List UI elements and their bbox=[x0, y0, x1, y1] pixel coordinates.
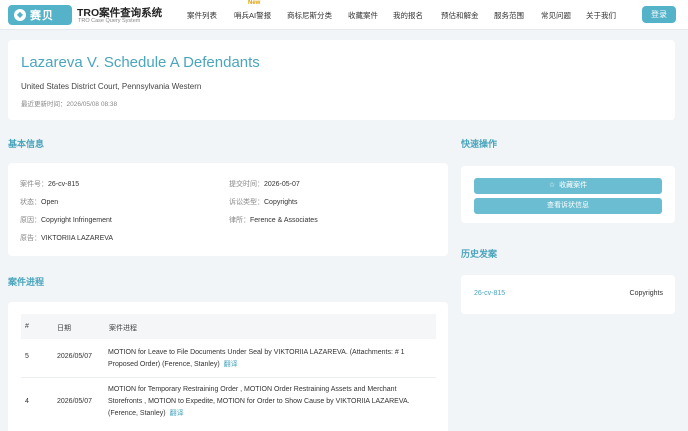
row-progress-text: MOTION for Leave to File Documents Under… bbox=[108, 347, 418, 371]
logo-icon: ◆ bbox=[14, 9, 26, 21]
nav-my-signups[interactable]: 我的报名 bbox=[393, 10, 423, 21]
row-date: 2026/05/07 bbox=[57, 398, 93, 405]
cause-label: 原因： bbox=[20, 217, 41, 224]
case-number-row: 案件号：26-cv-815 bbox=[20, 179, 79, 189]
collect-case-label: 收藏案件 bbox=[559, 182, 588, 189]
nav-favorites[interactable]: 收藏案件 bbox=[348, 10, 378, 21]
nav-service-scope[interactable]: 服务范围 bbox=[494, 10, 524, 21]
plaintiff-row: 原告：VIKTORIIA LAZAREVA bbox=[20, 233, 113, 243]
filed-date-value: 2026-05-07 bbox=[264, 181, 300, 188]
progress-title: 案件进程 bbox=[8, 277, 45, 287]
row-number: 5 bbox=[25, 353, 29, 360]
row-progress-text: MOTION for Temporary Restraining Order ,… bbox=[108, 384, 418, 420]
quick-actions-card: ☆ 收藏案件 查看诉状信息 bbox=[461, 166, 675, 223]
basic-info-card: 案件号：26-cv-815 提交时间：2026-05-07 状态：Open 诉讼… bbox=[8, 163, 448, 256]
top-navigation-bar: ◆ 赛贝 TRO案件查询系统 TRO Case Query System New… bbox=[0, 0, 688, 30]
table-header: # 日期 案件进程 bbox=[21, 314, 436, 339]
lawsuit-type-label: 诉讼类型： bbox=[229, 199, 264, 206]
court-name: United States District Court, Pennsylvan… bbox=[21, 82, 202, 91]
row-date: 2026/05/07 bbox=[57, 353, 93, 360]
row-number: 4 bbox=[25, 398, 29, 405]
history-title: 历史发案 bbox=[461, 249, 498, 259]
nav-faq[interactable]: 常见问题 bbox=[541, 10, 571, 21]
case-progress-card: # 日期 案件进程 5 2026/05/07 MOTION for Leave … bbox=[8, 302, 448, 431]
plaintiff-value: VIKTORIIA LAZAREVA bbox=[41, 235, 114, 242]
last-updated: 最近更新时间：2026/05/08 08:38 bbox=[21, 101, 118, 108]
lawsuit-type-row: 诉讼类型：Copyrights bbox=[229, 197, 297, 207]
view-complaint-button[interactable]: 查看诉状信息 bbox=[474, 198, 662, 214]
case-number-label: 案件号： bbox=[20, 181, 48, 188]
collect-case-button[interactable]: ☆ 收藏案件 bbox=[474, 178, 662, 194]
status-row: 状态：Open bbox=[20, 197, 58, 207]
law-firm-value: Ference & Associates bbox=[250, 217, 318, 224]
filed-date-label: 提交时间： bbox=[229, 181, 264, 188]
nav-about[interactable]: 关于我们 bbox=[586, 10, 616, 21]
row-divider bbox=[21, 377, 436, 378]
cause-row: 原因：Copyright Infringement bbox=[20, 215, 112, 225]
status-label: 状态： bbox=[20, 199, 41, 206]
logo[interactable]: ◆ 赛贝 bbox=[8, 5, 72, 25]
law-firm-label: 律所： bbox=[229, 217, 250, 224]
row-description: MOTION for Temporary Restraining Order ,… bbox=[108, 386, 410, 417]
law-firm-row: 律所：Ference & Associates bbox=[229, 215, 318, 225]
nav-ai-alert[interactable]: 哨兵AI警报 bbox=[234, 10, 271, 21]
translate-link[interactable]: 翻译 bbox=[224, 361, 238, 368]
case-header-card: Lazareva V. Schedule A Defendants United… bbox=[8, 40, 675, 120]
column-header-number: # bbox=[25, 323, 29, 330]
column-header-progress: 案件进程 bbox=[109, 325, 137, 332]
lawsuit-type-value: Copyrights bbox=[264, 199, 298, 206]
history-case-link[interactable]: 26-cv-815 bbox=[474, 290, 505, 297]
column-header-date: 日期 bbox=[57, 325, 71, 332]
history-card: 26-cv-815 Copyrights bbox=[461, 275, 675, 314]
case-number-value: 26-cv-815 bbox=[48, 181, 80, 188]
filed-date-row: 提交时间：2026-05-07 bbox=[229, 179, 300, 189]
new-badge: New bbox=[248, 0, 261, 6]
plaintiff-label: 原告： bbox=[20, 235, 41, 242]
quick-actions-title: 快速操作 bbox=[461, 139, 498, 149]
row-description: MOTION for Leave to File Documents Under… bbox=[108, 349, 405, 368]
cause-value: Copyright Infringement bbox=[41, 217, 112, 224]
translate-link[interactable]: 翻译 bbox=[170, 410, 184, 417]
login-button[interactable]: 登录 bbox=[642, 6, 676, 23]
case-title: Lazareva V. Schedule A Defendants bbox=[21, 54, 260, 71]
history-case-type: Copyrights bbox=[629, 290, 663, 297]
nav-case-list[interactable]: 案件列表 bbox=[187, 10, 217, 21]
basic-info-title: 基本信息 bbox=[8, 139, 45, 149]
star-icon: ☆ bbox=[548, 182, 556, 189]
status-value: Open bbox=[41, 199, 59, 206]
logo-text: 赛贝 bbox=[30, 10, 54, 22]
nav-settlement-estimate[interactable]: 预估和解金 bbox=[441, 10, 479, 21]
app-subtitle: TRO Case Query System bbox=[78, 18, 141, 24]
nav-nice-classes[interactable]: 商标尼斯分类 bbox=[287, 10, 332, 21]
